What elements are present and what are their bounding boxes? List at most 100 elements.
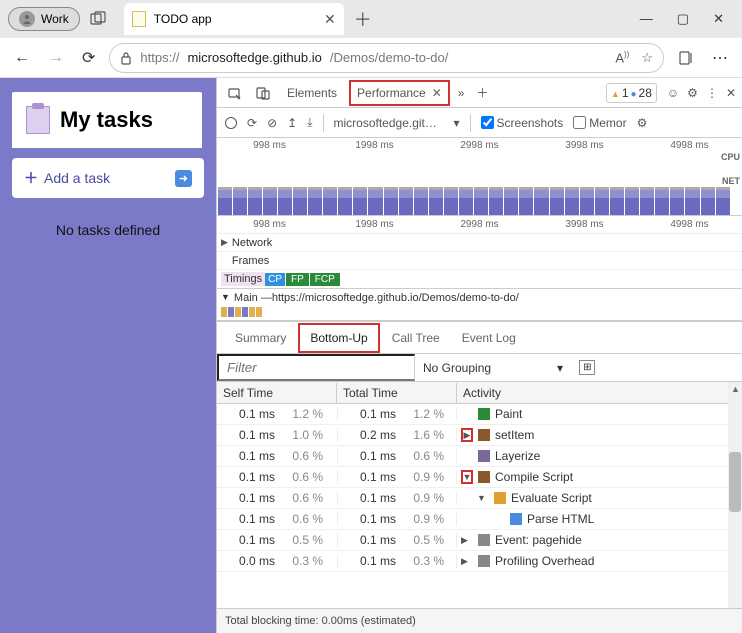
status-footer: Total blocking time: 0.00ms (estimated) bbox=[217, 608, 742, 633]
col-self-time[interactable]: Self Time bbox=[217, 383, 337, 403]
submit-arrow-icon[interactable]: ➜ bbox=[175, 170, 192, 187]
table-row[interactable]: 0.1 ms0.6 %0.1 ms0.9 %▼Evaluate Script bbox=[217, 488, 742, 509]
profile-label: Work bbox=[41, 12, 69, 26]
issues-badges[interactable]: 1 28 bbox=[606, 83, 657, 103]
col-activity[interactable]: Activity bbox=[457, 383, 742, 403]
recording-url[interactable]: microsoftedge.github.i… bbox=[334, 116, 444, 130]
table-scrollbar[interactable]: ▲ bbox=[728, 382, 742, 608]
add-tab-icon[interactable]: ＋ bbox=[472, 84, 492, 101]
tab-bottom-up[interactable]: Bottom-Up bbox=[298, 323, 379, 353]
track-main[interactable]: ▼Main — https://microsoftedge.github.io/… bbox=[217, 288, 742, 307]
favorite-icon[interactable]: ☆ bbox=[641, 50, 653, 66]
table-row[interactable]: 0.1 ms1.0 %0.2 ms1.6 %▶setItem bbox=[217, 425, 742, 446]
detail-tabs: Summary Bottom-Up Call Tree Event Log bbox=[217, 322, 742, 354]
record-button[interactable] bbox=[225, 117, 237, 129]
overview-timeline[interactable]: 998 ms 1998 ms 2998 ms 3998 ms 4998 ms C… bbox=[217, 138, 742, 216]
minimize-button[interactable]: — bbox=[640, 11, 653, 27]
reload-record-icon[interactable]: ⟳ bbox=[247, 116, 257, 130]
more-tabs-icon[interactable]: » bbox=[454, 86, 469, 100]
close-devtools-icon[interactable]: ✕ bbox=[726, 86, 736, 100]
expand-icon[interactable]: ▶ bbox=[461, 428, 473, 442]
table-row[interactable]: 0.1 ms0.6 %0.1 ms0.9 %Parse HTML bbox=[217, 509, 742, 530]
address-bar[interactable]: https://microsoftedge.github.io/Demos/de… bbox=[109, 43, 664, 73]
dropdown-icon[interactable]: ▾ bbox=[454, 116, 460, 130]
device-toggle-icon[interactable] bbox=[251, 83, 275, 103]
forward-button[interactable]: → bbox=[44, 45, 68, 71]
upload-icon[interactable]: ↥ bbox=[287, 116, 297, 130]
close-tab-icon[interactable]: ✕ bbox=[432, 86, 442, 100]
fp-marker: FP bbox=[286, 273, 309, 286]
fcp-marker: FCP bbox=[310, 273, 340, 286]
activity-name: Evaluate Script bbox=[511, 491, 592, 505]
heavy-stack-icon[interactable]: ⊞ bbox=[579, 360, 595, 375]
app-header: My tasks bbox=[12, 92, 202, 148]
collections-icon[interactable] bbox=[674, 46, 698, 70]
reader-icon[interactable]: A)) bbox=[615, 50, 629, 66]
new-tab-button[interactable]: ＋ bbox=[350, 2, 376, 36]
table-row[interactable]: 0.1 ms1.2 %0.1 ms1.2 %Paint bbox=[217, 404, 742, 425]
scrollbar-thumb[interactable] bbox=[729, 452, 741, 512]
download-icon[interactable]: ⤓ bbox=[307, 115, 312, 130]
tab-close-icon[interactable]: ✕ bbox=[324, 11, 336, 28]
screenshots-checkbox[interactable]: Screenshots bbox=[481, 116, 564, 130]
tab-performance[interactable]: Performance ✕ bbox=[349, 80, 450, 106]
plus-icon: ＋ bbox=[24, 168, 38, 188]
expand-icon[interactable]: ▼ bbox=[477, 493, 489, 503]
bottom-up-table: Self Time Total Time Activity 0.1 ms1.2 … bbox=[217, 382, 742, 608]
memory-checkbox[interactable]: Memor bbox=[573, 116, 626, 130]
grouping-dropdown[interactable]: No Grouping ▾ ⊞ bbox=[415, 356, 603, 379]
track-timings[interactable]: TimingsCPFPFCP bbox=[217, 270, 742, 288]
devtools-tabbar: Elements Performance ✕ » ＋ 1 28 ☺ ⚙ ⋮ ✕ bbox=[217, 78, 742, 108]
track-frames[interactable]: ▶Frames bbox=[217, 252, 742, 270]
settings-icon[interactable]: ⚙ bbox=[687, 86, 698, 100]
back-button[interactable]: ← bbox=[10, 45, 34, 71]
workspaces-icon[interactable] bbox=[90, 11, 106, 27]
reload-button[interactable]: ⟳ bbox=[78, 44, 99, 72]
profile-button[interactable]: Work bbox=[8, 7, 80, 31]
table-header: Self Time Total Time Activity bbox=[217, 382, 742, 404]
tab-event-log[interactable]: Event Log bbox=[452, 325, 526, 351]
activity-name: Layerize bbox=[495, 449, 540, 463]
tab-elements[interactable]: Elements bbox=[279, 80, 345, 106]
activity-color-icon bbox=[478, 450, 490, 462]
tab-title: TODO app bbox=[154, 12, 212, 26]
url-scheme: https:// bbox=[140, 50, 179, 65]
table-row[interactable]: 0.1 ms0.6 %0.1 ms0.9 %▼Compile Script bbox=[217, 467, 742, 488]
kebab-icon[interactable]: ⋮ bbox=[706, 86, 718, 100]
todo-app: My tasks ＋ Add a task ➜ No tasks defined bbox=[0, 78, 216, 633]
clipboard-icon bbox=[26, 106, 50, 134]
browser-tab[interactable]: TODO app ✕ bbox=[124, 3, 344, 35]
filter-input[interactable] bbox=[217, 354, 415, 381]
capture-settings-icon[interactable]: ⚙ bbox=[637, 116, 648, 130]
empty-message: No tasks defined bbox=[0, 222, 216, 238]
window-titlebar: Work TODO app ✕ ＋ — ▢ ✕ bbox=[0, 0, 742, 38]
activity-color-icon bbox=[478, 555, 490, 567]
feedback-icon[interactable]: ☺ bbox=[667, 86, 679, 100]
close-window-button[interactable]: ✕ bbox=[713, 11, 724, 27]
activity-name: Event: pagehide bbox=[495, 533, 582, 547]
net-label: NET bbox=[722, 176, 740, 186]
add-task-label: Add a task bbox=[44, 170, 110, 186]
table-row[interactable]: 0.1 ms0.6 %0.1 ms0.6 %Layerize bbox=[217, 446, 742, 467]
table-row[interactable]: 0.1 ms0.5 %0.1 ms0.5 %▶Event: pagehide bbox=[217, 530, 742, 551]
tab-call-tree[interactable]: Call Tree bbox=[382, 325, 450, 351]
table-row[interactable]: 0.0 ms0.3 %0.1 ms0.3 %▶Profiling Overhea… bbox=[217, 551, 742, 572]
add-task-button[interactable]: ＋ Add a task ➜ bbox=[12, 158, 204, 198]
content-area: My tasks ＋ Add a task ➜ No tasks defined… bbox=[0, 78, 742, 633]
expand-icon[interactable]: ▼ bbox=[461, 470, 473, 484]
track-network[interactable]: ▶Network bbox=[217, 234, 742, 252]
clear-icon[interactable]: ⊘ bbox=[267, 116, 277, 130]
flame-chart[interactable]: 998 ms 1998 ms 2998 ms 3998 ms 4998 ms ▶… bbox=[217, 216, 742, 322]
col-total-time[interactable]: Total Time bbox=[337, 383, 457, 403]
inspect-icon[interactable] bbox=[223, 83, 247, 103]
main-ticks: 998 ms 1998 ms 2998 ms 3998 ms 4998 ms bbox=[217, 216, 742, 234]
devtools-panel: Elements Performance ✕ » ＋ 1 28 ☺ ⚙ ⋮ ✕ … bbox=[216, 78, 742, 633]
favicon-icon bbox=[132, 11, 146, 27]
activity-name: Parse HTML bbox=[527, 512, 594, 526]
expand-icon[interactable]: ▶ bbox=[461, 556, 473, 567]
tab-summary[interactable]: Summary bbox=[225, 325, 296, 351]
expand-icon[interactable]: ▶ bbox=[461, 535, 473, 546]
maximize-button[interactable]: ▢ bbox=[677, 11, 689, 27]
perf-subtoolbar: ⟳ ⊘ ↥ ⤓ microsoftedge.github.i… ▾ Screen… bbox=[217, 108, 742, 138]
menu-button[interactable]: ⋯ bbox=[708, 44, 732, 72]
